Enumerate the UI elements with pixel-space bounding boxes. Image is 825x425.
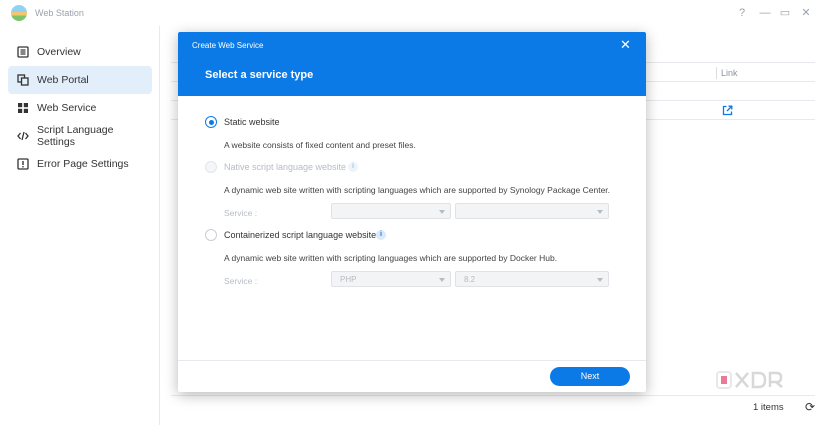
dialog-caption: Create Web Service xyxy=(192,41,264,50)
containerized-script-website-radio[interactable] xyxy=(205,229,217,241)
static-website-description: A website consists of fixed content and … xyxy=(224,140,416,150)
select-value: 8.2 xyxy=(464,275,476,284)
chevron-down-icon xyxy=(597,210,603,214)
native-script-website-radio[interactable] xyxy=(205,161,217,173)
containerized-script-website-description: A dynamic web site written with scriptin… xyxy=(224,253,558,263)
chevron-down-icon xyxy=(597,278,603,282)
dialog-header: Create Web Service ✕ Select a service ty… xyxy=(178,32,646,96)
native-script-website-description: A dynamic web site written with scriptin… xyxy=(224,185,611,195)
xda-watermark-logo xyxy=(716,370,794,390)
native-script-website-label[interactable]: Native script language website xyxy=(224,162,346,172)
dialog-close-button[interactable]: ✕ xyxy=(620,38,631,51)
containerized-service-label: Service : xyxy=(224,276,258,286)
chevron-down-icon xyxy=(439,210,445,214)
info-icon[interactable]: i xyxy=(376,230,386,240)
create-web-service-dialog: Create Web Service ✕ Select a service ty… xyxy=(178,32,646,392)
containerized-service-language-select[interactable]: PHP xyxy=(331,271,451,287)
dialog-heading: Select a service type xyxy=(205,69,314,81)
info-icon[interactable]: i xyxy=(348,162,358,172)
static-website-label[interactable]: Static website xyxy=(224,117,280,127)
select-value: PHP xyxy=(340,275,357,284)
next-button[interactable]: Next xyxy=(550,367,630,386)
chevron-down-icon xyxy=(439,278,445,282)
static-website-radio[interactable] xyxy=(205,116,217,128)
containerized-service-version-select[interactable]: 8.2 xyxy=(455,271,609,287)
native-service-version-select[interactable] xyxy=(455,203,609,219)
native-service-label: Service : xyxy=(224,208,258,218)
containerized-script-website-label[interactable]: Containerized script language website xyxy=(224,230,376,240)
native-service-language-select[interactable] xyxy=(331,203,451,219)
